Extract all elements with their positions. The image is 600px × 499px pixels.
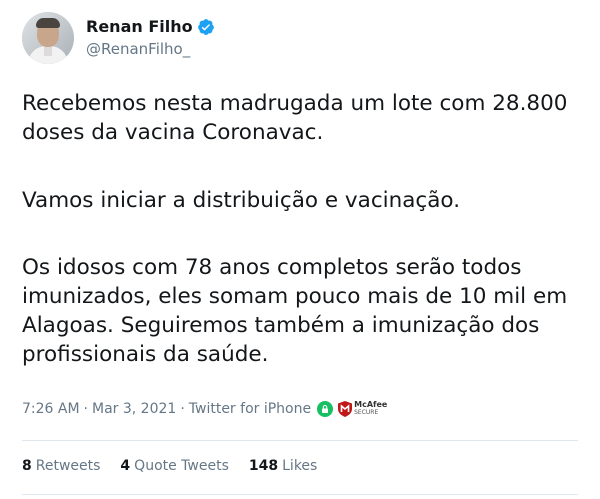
likes-label: Likes xyxy=(282,458,318,474)
tweet-paragraph: Recebemos nesta madrugada um lote com 28… xyxy=(22,91,568,145)
quote-tweets-stat[interactable]: 4 Quote Tweets xyxy=(120,458,228,474)
user-handle[interactable]: @RenanFilho_ xyxy=(86,39,215,59)
tweet-time[interactable]: 7:26 AM xyxy=(22,401,80,417)
tweet-date[interactable]: Mar 3, 2021 xyxy=(92,401,176,417)
mcafee-label: McAfee SECURE xyxy=(354,401,387,417)
display-name[interactable]: Renan Filho xyxy=(86,17,193,37)
retweets-count: 8 xyxy=(22,458,32,474)
author-names: Renan Filho @RenanFilho_ xyxy=(86,17,215,59)
quote-tweets-label: Quote Tweets xyxy=(134,458,229,474)
tweet-paragraph: Vamos iniciar a distribuição e vacinação… xyxy=(22,188,461,213)
mcafee-secure-badge[interactable]: McAfee SECURE xyxy=(338,401,387,417)
lock-icon xyxy=(317,401,334,417)
tweet-header: Renan Filho @RenanFilho_ xyxy=(22,12,215,64)
mcafee-secure-label: SECURE xyxy=(354,409,379,416)
likes-stat[interactable]: 148 Likes xyxy=(249,458,317,474)
quote-tweets-count: 4 xyxy=(120,458,131,474)
mcafee-brand: McAfee xyxy=(354,400,388,409)
tweet-source[interactable]: Twitter for iPhone xyxy=(189,401,311,417)
avatar-collar xyxy=(44,46,52,56)
tweet-metadata: 7:26 AM · Mar 3, 2021 · Twitter for iPho… xyxy=(22,401,387,417)
separator-dot: · xyxy=(83,401,88,417)
avatar-hair xyxy=(36,18,60,28)
name-row: Renan Filho xyxy=(86,17,215,37)
tweet-stats: 8 Retweets 4 Quote Tweets 148 Likes xyxy=(22,458,337,474)
retweets-stat[interactable]: 8 Retweets xyxy=(22,458,100,474)
avatar[interactable] xyxy=(22,12,74,64)
tweet-paragraph: Os idosos com 78 anos completos serão to… xyxy=(22,255,568,367)
divider xyxy=(22,494,578,495)
separator-dot: · xyxy=(180,401,185,417)
mcafee-shield-icon xyxy=(338,401,353,417)
retweets-label: Retweets xyxy=(35,458,101,474)
divider xyxy=(22,440,578,441)
tweet-card: Renan Filho @RenanFilho_ Recebemos nesta… xyxy=(0,0,600,499)
likes-count: 148 xyxy=(248,458,279,474)
verified-badge-icon xyxy=(197,19,214,35)
